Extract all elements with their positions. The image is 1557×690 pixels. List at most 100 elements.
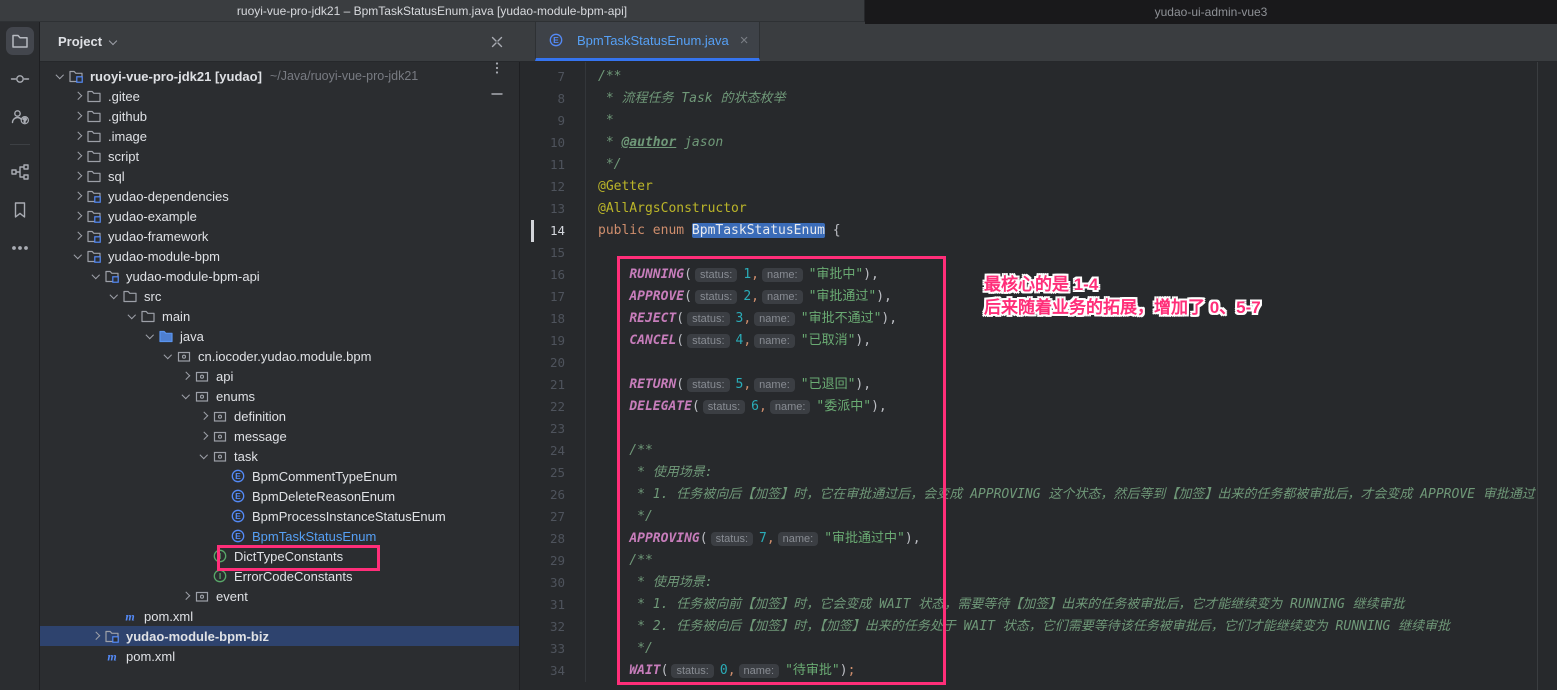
chevron-right-icon[interactable] [178,373,194,379]
chevron-down-icon[interactable] [196,455,212,458]
tree-item-yudao-framework[interactable]: yudao-framework [40,226,519,246]
chevron-down-icon[interactable] [142,335,158,338]
chevron-right-icon[interactable] [70,233,86,239]
code-line-34[interactable]: 34 WAIT(status:0,name:"待审批"); [521,660,1557,682]
code-line-21[interactable]: 21 RETURN(status:5,name:"已退回"), [521,374,1557,396]
tree-item-ruoyi-vue-pro-jdk21-yudao-[interactable]: ruoyi-vue-pro-jdk21 [yudao]~/Java/ruoyi-… [40,66,519,86]
chevron-right-icon[interactable] [70,153,86,159]
chevron-right-icon[interactable] [70,113,86,119]
chevron-right-icon[interactable] [196,433,212,439]
tree-item-dicttypeconstants[interactable]: IDictTypeConstants [40,546,519,566]
code-line-19[interactable]: 19 CANCEL(status:4,name:"已取消"), [521,330,1557,352]
code-line-29[interactable]: 29 /** [521,550,1557,572]
code-line-25[interactable]: 25 * 使用场景: [521,462,1557,484]
chevron-down-icon[interactable] [178,395,194,398]
tree-item-pom.xml[interactable]: mpom.xml [40,606,519,626]
more-button[interactable] [0,229,40,267]
code-line-26[interactable]: 26 * 1. 任务被向后【加签】时，它在审批通过后，会变成 APPROVING… [521,484,1557,506]
chevron-right-icon[interactable] [70,133,86,139]
project-folder-button[interactable] [0,22,40,60]
tree-item-src[interactable]: src [40,286,519,306]
tree-item-yudao-module-bpm[interactable]: yudao-module-bpm [40,246,519,266]
chevron-right-icon[interactable] [196,413,212,419]
code-line-28[interactable]: 28 APPROVING(status:7,name:"审批通过中"), [521,528,1557,550]
code-line-13[interactable]: 13@AllArgsConstructor [521,198,1557,220]
chevron-down-icon[interactable] [52,75,68,78]
tree-item-cn.iocoder.yudao.module.bpm[interactable]: cn.iocoder.yudao.module.bpm [40,346,519,366]
chevron-down-icon[interactable] [106,295,122,298]
code-line-18[interactable]: 18 REJECT(status:3,name:"审批不通过"), [521,308,1557,330]
code-line-22[interactable]: 22 DELEGATE(status:6,name:"委派中"), [521,396,1557,418]
tree-item-.image[interactable]: .image [40,126,519,146]
tree-item-message[interactable]: message [40,426,519,446]
inlay-hint: status: [671,664,713,678]
chevron-right-icon[interactable] [70,193,86,199]
chevron-down-icon[interactable] [124,315,140,318]
code-line-23[interactable]: 23 [521,418,1557,440]
code-line-9[interactable]: 9 * [521,110,1557,132]
tree-item-bpmdeletereasonenum[interactable]: EBpmDeleteReasonEnum [40,486,519,506]
code-line-7[interactable]: 7/** [521,66,1557,88]
tree-item-event[interactable]: event [40,586,519,606]
bookmarks-button[interactable] [0,191,40,229]
code-line-11[interactable]: 11 */ [521,154,1557,176]
tree-item-api[interactable]: api [40,366,519,386]
line-number: 34 [521,660,565,682]
tree-item-.gitee[interactable]: .gitee [40,86,519,106]
background-window-title-bar[interactable]: yudao-ui-admin-vue3 [865,0,1557,24]
hide-panel-icon[interactable] [484,81,510,107]
code-line-8[interactable]: 8 * 流程任务 Task 的状态枚举 [521,88,1557,110]
chevron-right-icon[interactable] [178,593,194,599]
project-selector[interactable]: Project [58,34,102,49]
tree-item-.github[interactable]: .github [40,106,519,126]
tree-item-task[interactable]: task [40,446,519,466]
tree-item-java[interactable]: java [40,326,519,346]
more-options-icon[interactable] [484,55,510,81]
chevron-down-icon[interactable] [70,255,86,258]
tree-item-definition[interactable]: definition [40,406,519,426]
structure-button[interactable] [0,153,40,191]
pull-requests-button[interactable]: ? [0,98,40,136]
tree-item-main[interactable]: main [40,306,519,326]
code-line-text: APPROVING(status:7,name:"审批通过中"), [565,528,921,550]
code-line-24[interactable]: 24 /** [521,440,1557,462]
tree-item-bpmprocessinstancestatusenum[interactable]: EBpmProcessInstanceStatusEnum [40,506,519,526]
close-icon[interactable]: × [740,33,749,48]
code-line-15[interactable]: 15 [521,242,1557,264]
chevron-down-icon[interactable] [160,355,176,358]
tree-item-label: DictTypeConstants [234,549,343,564]
tree-item-yudao-dependencies[interactable]: yudao-dependencies [40,186,519,206]
code-line-20[interactable]: 20 [521,352,1557,374]
tree-item-yudao-example[interactable]: yudao-example [40,206,519,226]
code-line-12[interactable]: 12@Getter [521,176,1557,198]
tree-item-yudao-module-bpm-biz[interactable]: yudao-module-bpm-biz [40,626,519,646]
tree-item-sql[interactable]: sql [40,166,519,186]
code-line-16[interactable]: 16 RUNNING(status:1,name:"审批中"), [521,264,1557,286]
tree-item-yudao-module-bpm-api[interactable]: yudao-module-bpm-api [40,266,519,286]
tree-item-script[interactable]: script [40,146,519,166]
code-line-17[interactable]: 17 APPROVE(status:2,name:"审批通过"), [521,286,1557,308]
code-line-32[interactable]: 32 * 2. 任务被向后【加签】时，【加签】出来的任务处于 WAIT 状态，它… [521,616,1557,638]
tree-item-errorcodeconstants[interactable]: IErrorCodeConstants [40,566,519,586]
code-line-27[interactable]: 27 */ [521,506,1557,528]
tree-item-bpmtaskstatusenum[interactable]: EBpmTaskStatusEnum [40,526,519,546]
code-line-31[interactable]: 31 * 1. 任务被向前【加签】时，它会变成 WAIT 状态，需要等待【加签】… [521,594,1557,616]
tree-item-enums[interactable]: enums [40,386,519,406]
commit-button[interactable] [0,60,40,98]
code-line-33[interactable]: 33 */ [521,638,1557,660]
package-icon [212,428,228,444]
chevron-right-icon[interactable] [70,173,86,179]
scrollbar-track[interactable] [1537,62,1538,690]
chevron-down-icon[interactable] [88,275,104,278]
tree-item-pom.xml[interactable]: mpom.xml [40,646,519,666]
collapse-all-icon[interactable] [484,29,510,55]
code-line-10[interactable]: 10 * @author jason [521,132,1557,154]
tab-bpmtaskstatusenum[interactable]: E BpmTaskStatusEnum.java × [535,22,760,61]
code-editor[interactable]: 7/**8 * 流程任务 Task 的状态枚举9 *10 * @author j… [521,62,1557,690]
code-line-14[interactable]: 14public enum BpmTaskStatusEnum { [521,220,1557,242]
tree-item-bpmcommenttypeenum[interactable]: EBpmCommentTypeEnum [40,466,519,486]
code-line-30[interactable]: 30 * 使用场景: [521,572,1557,594]
chevron-right-icon[interactable] [70,213,86,219]
chevron-right-icon[interactable] [70,93,86,99]
chevron-right-icon[interactable] [88,633,104,639]
